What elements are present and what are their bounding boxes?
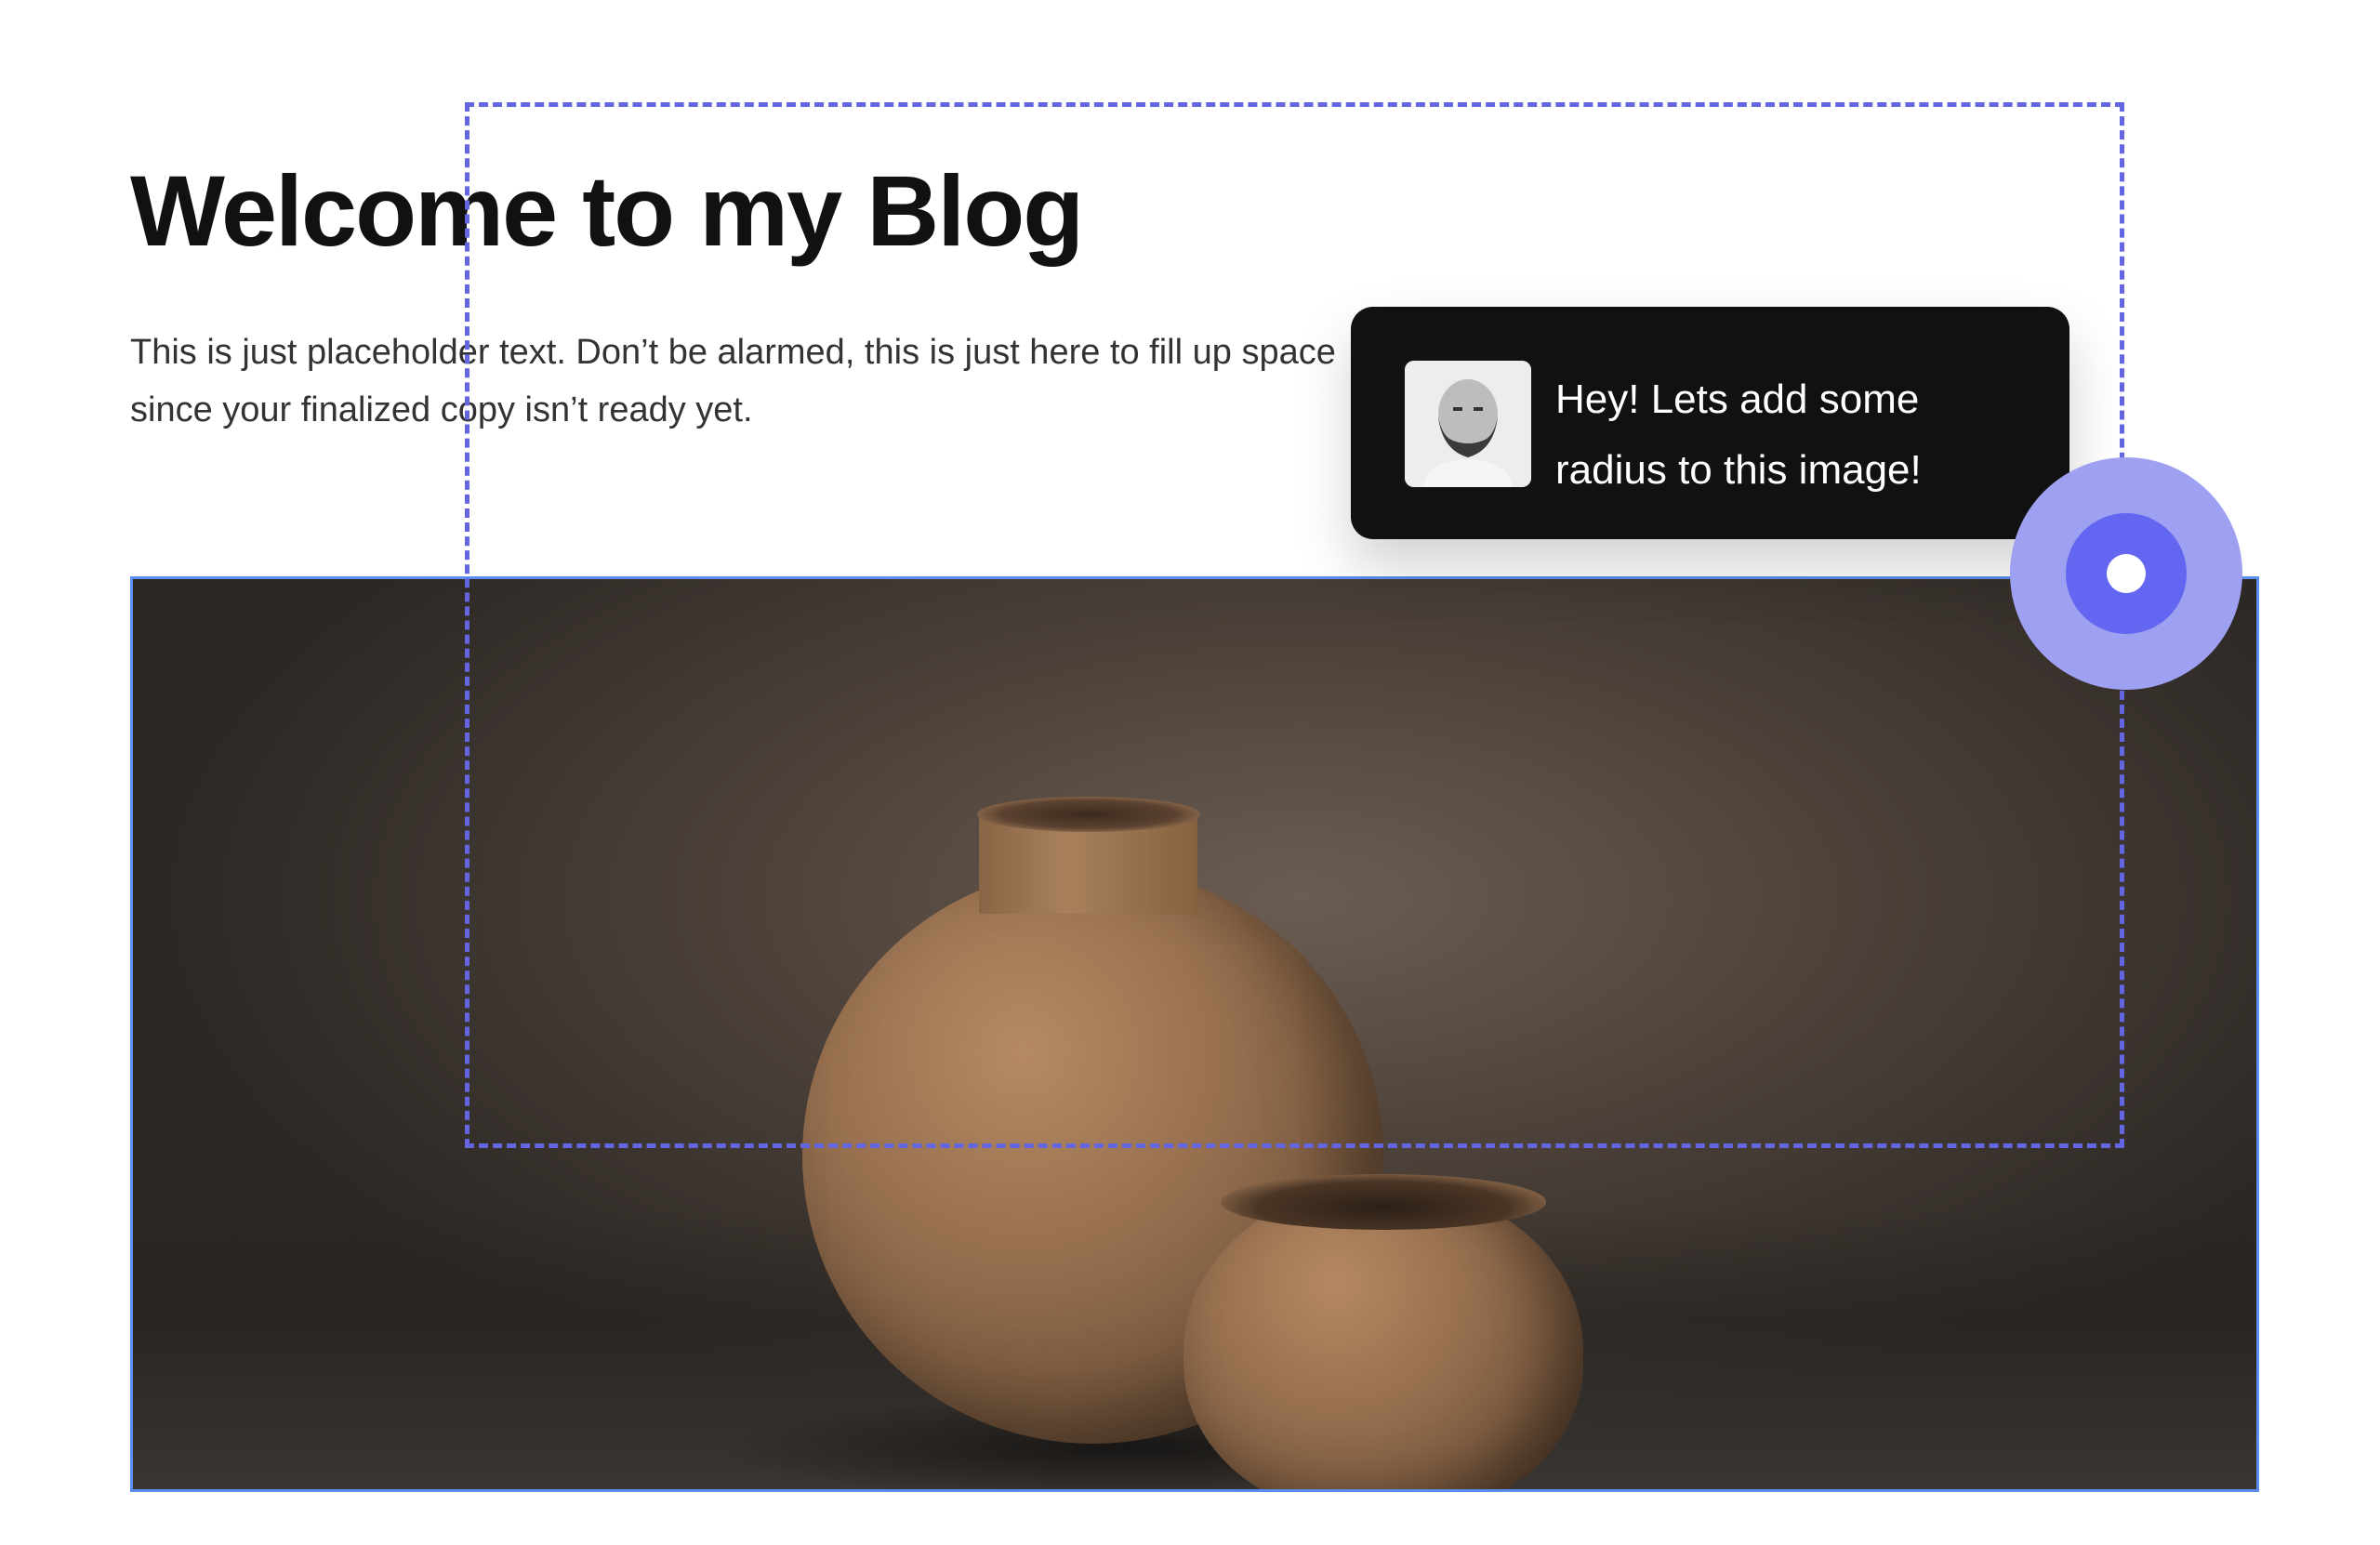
comment-bubble[interactable]: Hey! Lets add some radius to this image!: [1351, 307, 2069, 539]
avatar: [1405, 361, 1531, 487]
cursor-marker[interactable]: [2010, 457, 2242, 690]
cursor-marker-dot: [2107, 554, 2146, 593]
small-vase-rim: [1221, 1174, 1546, 1230]
large-vase-rim: [977, 797, 1200, 832]
page-title: Welcome to my Blog: [130, 154, 1084, 267]
intro-paragraph: This is just placeholder text. Don’t be …: [130, 333, 1336, 429]
comment-text: Hey! Lets add some radius to this image!: [1555, 376, 1922, 493]
user-avatar-icon: [1405, 361, 1531, 487]
canvas: Welcome to my Blog This is just placehol…: [0, 0, 2380, 1545]
hero-image[interactable]: [130, 576, 2259, 1492]
